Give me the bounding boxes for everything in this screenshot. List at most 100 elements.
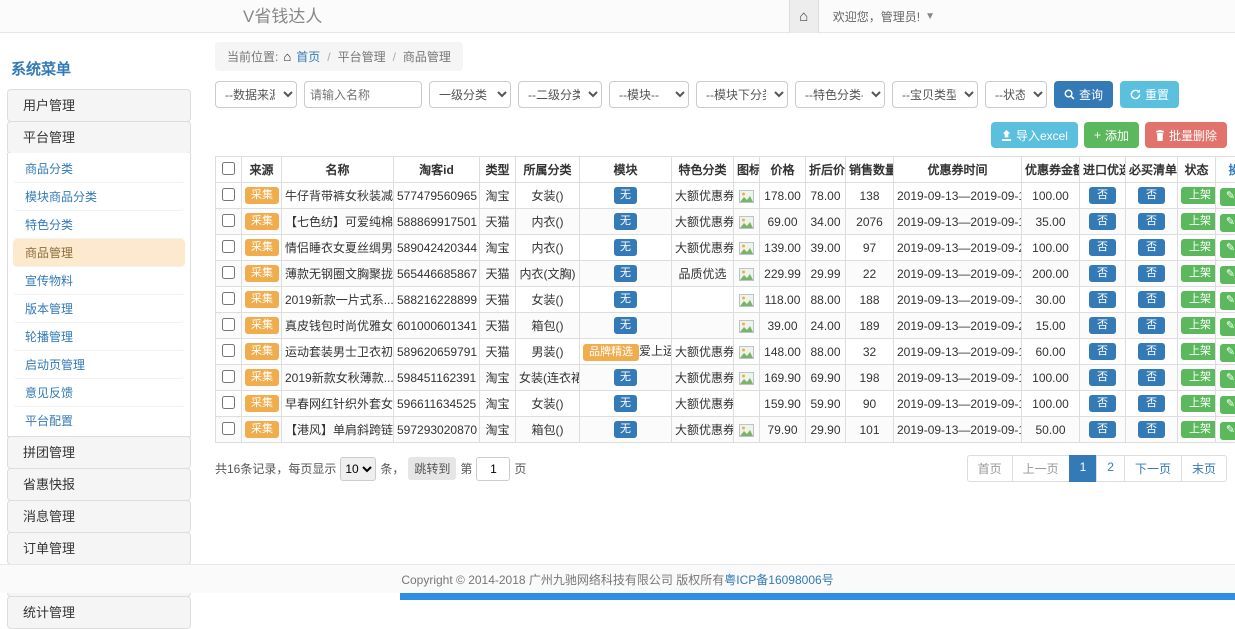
level2-category-select[interactable]: --二级分类--: [518, 81, 602, 108]
pager-button-末页[interactable]: 末页: [1181, 455, 1227, 482]
must-buy-toggle[interactable]: 否: [1138, 265, 1165, 282]
must-buy-toggle[interactable]: 否: [1138, 317, 1165, 334]
status-toggle[interactable]: 上架: [1181, 317, 1216, 334]
status-toggle[interactable]: 上架: [1181, 187, 1216, 204]
sidebar-group-8[interactable]: 统计管理: [7, 596, 191, 629]
sidebar-item[interactable]: 意见反馈: [13, 379, 185, 407]
sidebar-item[interactable]: 模块商品分类: [13, 183, 185, 211]
user-menu[interactable]: 欢迎您，管理员! ▼: [819, 0, 935, 33]
sidebar-item[interactable]: 平台配置: [13, 407, 185, 434]
batch-delete-button[interactable]: 批量删除: [1145, 122, 1227, 148]
import-select-toggle[interactable]: 否: [1089, 239, 1116, 256]
row-checkbox[interactable]: [222, 292, 235, 305]
edit-button[interactable]: ✎: [1220, 214, 1235, 232]
edit-button[interactable]: ✎: [1220, 266, 1235, 284]
status-toggle[interactable]: 上架: [1181, 421, 1216, 438]
row-checkbox[interactable]: [222, 188, 235, 201]
type-cell: 淘宝: [480, 235, 516, 261]
status-toggle[interactable]: 上架: [1181, 343, 1216, 360]
pager-button-1[interactable]: 1: [1069, 455, 1098, 482]
edit-button[interactable]: ✎: [1220, 344, 1235, 362]
row-checkbox[interactable]: [222, 396, 235, 409]
level1-category-select[interactable]: 一级分类: [429, 81, 511, 108]
sidebar-group-3[interactable]: 拼团管理: [7, 436, 191, 469]
import-select-toggle[interactable]: 否: [1089, 187, 1116, 204]
sidebar-item[interactable]: 宣传物料: [13, 267, 185, 295]
import-select-toggle[interactable]: 否: [1089, 343, 1116, 360]
breadcrumb-home-link[interactable]: 首页: [296, 48, 320, 65]
module-select[interactable]: --模块--: [609, 81, 689, 108]
page-size-select[interactable]: 10: [340, 457, 376, 481]
import-select-toggle[interactable]: 否: [1089, 369, 1116, 386]
pager-button-2[interactable]: 2: [1096, 455, 1125, 482]
import-select-toggle[interactable]: 否: [1089, 395, 1116, 412]
import-select-cell: 否: [1080, 391, 1126, 417]
must-buy-toggle[interactable]: 否: [1138, 421, 1165, 438]
must-buy-toggle[interactable]: 否: [1138, 239, 1165, 256]
must-buy-toggle[interactable]: 否: [1138, 343, 1165, 360]
page-number-input[interactable]: [476, 457, 510, 481]
edit-button[interactable]: ✎: [1220, 292, 1235, 310]
row-checkbox[interactable]: [222, 240, 235, 253]
sidebar-item[interactable]: 启动页管理: [13, 351, 185, 379]
reset-button[interactable]: 重置: [1120, 81, 1179, 108]
sidebar-item-active[interactable]: 商品管理: [13, 239, 185, 267]
edit-button[interactable]: ✎: [1220, 318, 1235, 336]
name-search-input[interactable]: [304, 81, 422, 108]
must-buy-toggle[interactable]: 否: [1138, 291, 1165, 308]
status-select[interactable]: --状态--: [985, 81, 1047, 108]
edit-button[interactable]: ✎: [1220, 422, 1235, 440]
sidebar-group-6[interactable]: 订单管理: [7, 532, 191, 565]
sidebar-group-4[interactable]: 省惠快报: [7, 468, 191, 501]
pager-button-首页[interactable]: 首页: [967, 455, 1013, 482]
jump-to-button[interactable]: 跳转到: [408, 457, 456, 480]
sidebar-item[interactable]: 商品分类: [13, 155, 185, 183]
status-toggle[interactable]: 上架: [1181, 213, 1216, 230]
select-all-checkbox[interactable]: [222, 162, 235, 175]
sidebar-item[interactable]: 特色分类: [13, 211, 185, 239]
status-toggle[interactable]: 上架: [1181, 239, 1216, 256]
sidebar-group-5[interactable]: 消息管理: [7, 500, 191, 533]
sidebar-item[interactable]: 轮播管理: [13, 323, 185, 351]
import-excel-button[interactable]: 导入excel: [991, 122, 1078, 148]
module-cell: 无: [580, 417, 672, 443]
sidebar-item[interactable]: 版本管理: [13, 295, 185, 323]
must-buy-toggle[interactable]: 否: [1138, 187, 1165, 204]
item-type-select[interactable]: --宝贝类型--: [892, 81, 978, 108]
edit-button[interactable]: ✎: [1220, 188, 1235, 206]
status-toggle[interactable]: 上架: [1181, 369, 1216, 386]
must-buy-toggle[interactable]: 否: [1138, 395, 1165, 412]
import-select-toggle[interactable]: 否: [1089, 265, 1116, 282]
query-button[interactable]: 查询: [1054, 81, 1113, 108]
add-button[interactable]: + 添加: [1084, 122, 1139, 148]
must-buy-toggle[interactable]: 否: [1138, 213, 1165, 230]
import-select-toggle[interactable]: 否: [1089, 213, 1116, 230]
row-checkbox[interactable]: [222, 266, 235, 279]
row-checkbox[interactable]: [222, 370, 235, 383]
icp-link[interactable]: 粤ICP备16098006号: [724, 571, 833, 588]
data-source-select[interactable]: --数据来源--: [215, 81, 297, 108]
coupon-amount-cell: 35.00: [1022, 209, 1080, 235]
status-toggle[interactable]: 上架: [1181, 395, 1216, 412]
sidebar-group-2[interactable]: 平台管理: [7, 121, 191, 154]
must-buy-toggle[interactable]: 否: [1138, 369, 1165, 386]
sidebar-group-1[interactable]: 用户管理: [7, 89, 191, 122]
pager-button-上一页[interactable]: 上一页: [1012, 455, 1070, 482]
edit-button[interactable]: ✎: [1220, 396, 1235, 414]
row-checkbox[interactable]: [222, 214, 235, 227]
pager-button-下一页[interactable]: 下一页: [1124, 455, 1182, 482]
edit-button[interactable]: ✎: [1220, 240, 1235, 258]
status-toggle[interactable]: 上架: [1181, 265, 1216, 282]
row-checkbox[interactable]: [222, 344, 235, 357]
feature-category-select[interactable]: --特色分类--: [795, 81, 885, 108]
import-select-toggle[interactable]: 否: [1089, 421, 1116, 438]
edit-button[interactable]: ✎: [1220, 370, 1235, 388]
module-subcategory-select[interactable]: --模块下分类--: [696, 81, 788, 108]
status-toggle[interactable]: 上架: [1181, 291, 1216, 308]
import-select-toggle[interactable]: 否: [1089, 317, 1116, 334]
row-checkbox[interactable]: [222, 422, 235, 435]
home-icon[interactable]: ⌂: [789, 0, 819, 33]
row-checkbox[interactable]: [222, 318, 235, 331]
import-select-toggle[interactable]: 否: [1089, 291, 1116, 308]
price-cell: 169.90: [760, 365, 806, 391]
